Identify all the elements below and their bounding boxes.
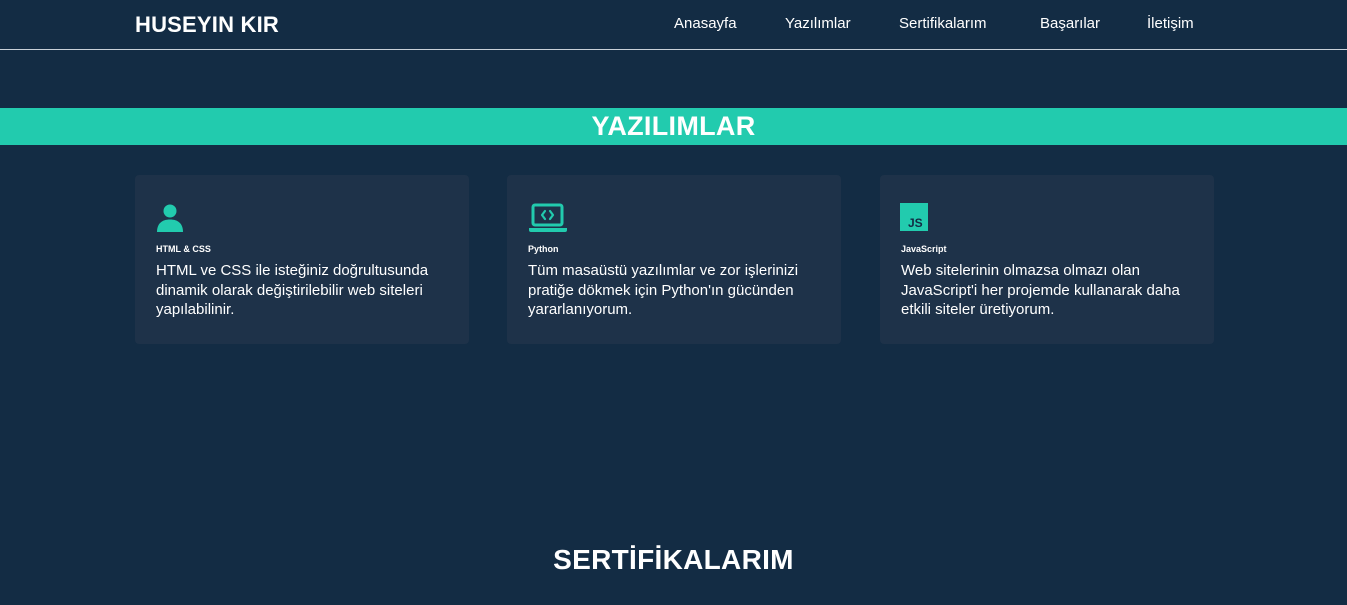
- software-section-title: YAZILIMLAR: [591, 111, 756, 141]
- card-javascript: JS JavaScript Web sitelerinin olmazsa ol…: [880, 175, 1214, 344]
- top-navbar: HUSEYIN KIR Anasayfa Yazılımlar Sertifik…: [0, 0, 1347, 50]
- laptop-code-icon: [529, 203, 567, 232]
- software-section-band: YAZILIMLAR: [0, 108, 1347, 145]
- nav-link-sertifikalarim[interactable]: Sertifikalarım: [899, 15, 987, 32]
- card-python: Python Tüm masaüstü yazılımlar ve zor iş…: [507, 175, 841, 344]
- main-nav: Anasayfa Yazılımlar Sertifikalarım Başar…: [0, 15, 1347, 35]
- svg-text:JS: JS: [908, 216, 923, 230]
- card-description: Tüm masaüstü yazılımlar ve zor işleriniz…: [528, 262, 799, 318]
- nav-link-yazilimlar[interactable]: Yazılımlar: [785, 15, 851, 32]
- nav-link-iletisim[interactable]: İletişim: [1147, 15, 1194, 32]
- card-description: HTML ve CSS ile isteğiniz doğrultusunda …: [156, 262, 429, 318]
- nav-link-anasayfa[interactable]: Anasayfa: [674, 15, 737, 32]
- card-html-css: HTML & CSS HTML ve CSS ile isteğiniz doğ…: [135, 175, 469, 344]
- card-description: Web sitelerinin olmazsa olmazı olan Java…: [901, 262, 1180, 318]
- certificates-section-title: SERTİFİKALARIM: [553, 544, 794, 575]
- js-icon: JS: [900, 203, 928, 231]
- nav-link-basarilar[interactable]: Başarılar: [1040, 15, 1100, 32]
- card-title: JavaScript: [901, 244, 947, 254]
- card-title: HTML & CSS: [156, 244, 211, 254]
- user-icon: [157, 204, 183, 232]
- card-title: Python: [528, 244, 559, 254]
